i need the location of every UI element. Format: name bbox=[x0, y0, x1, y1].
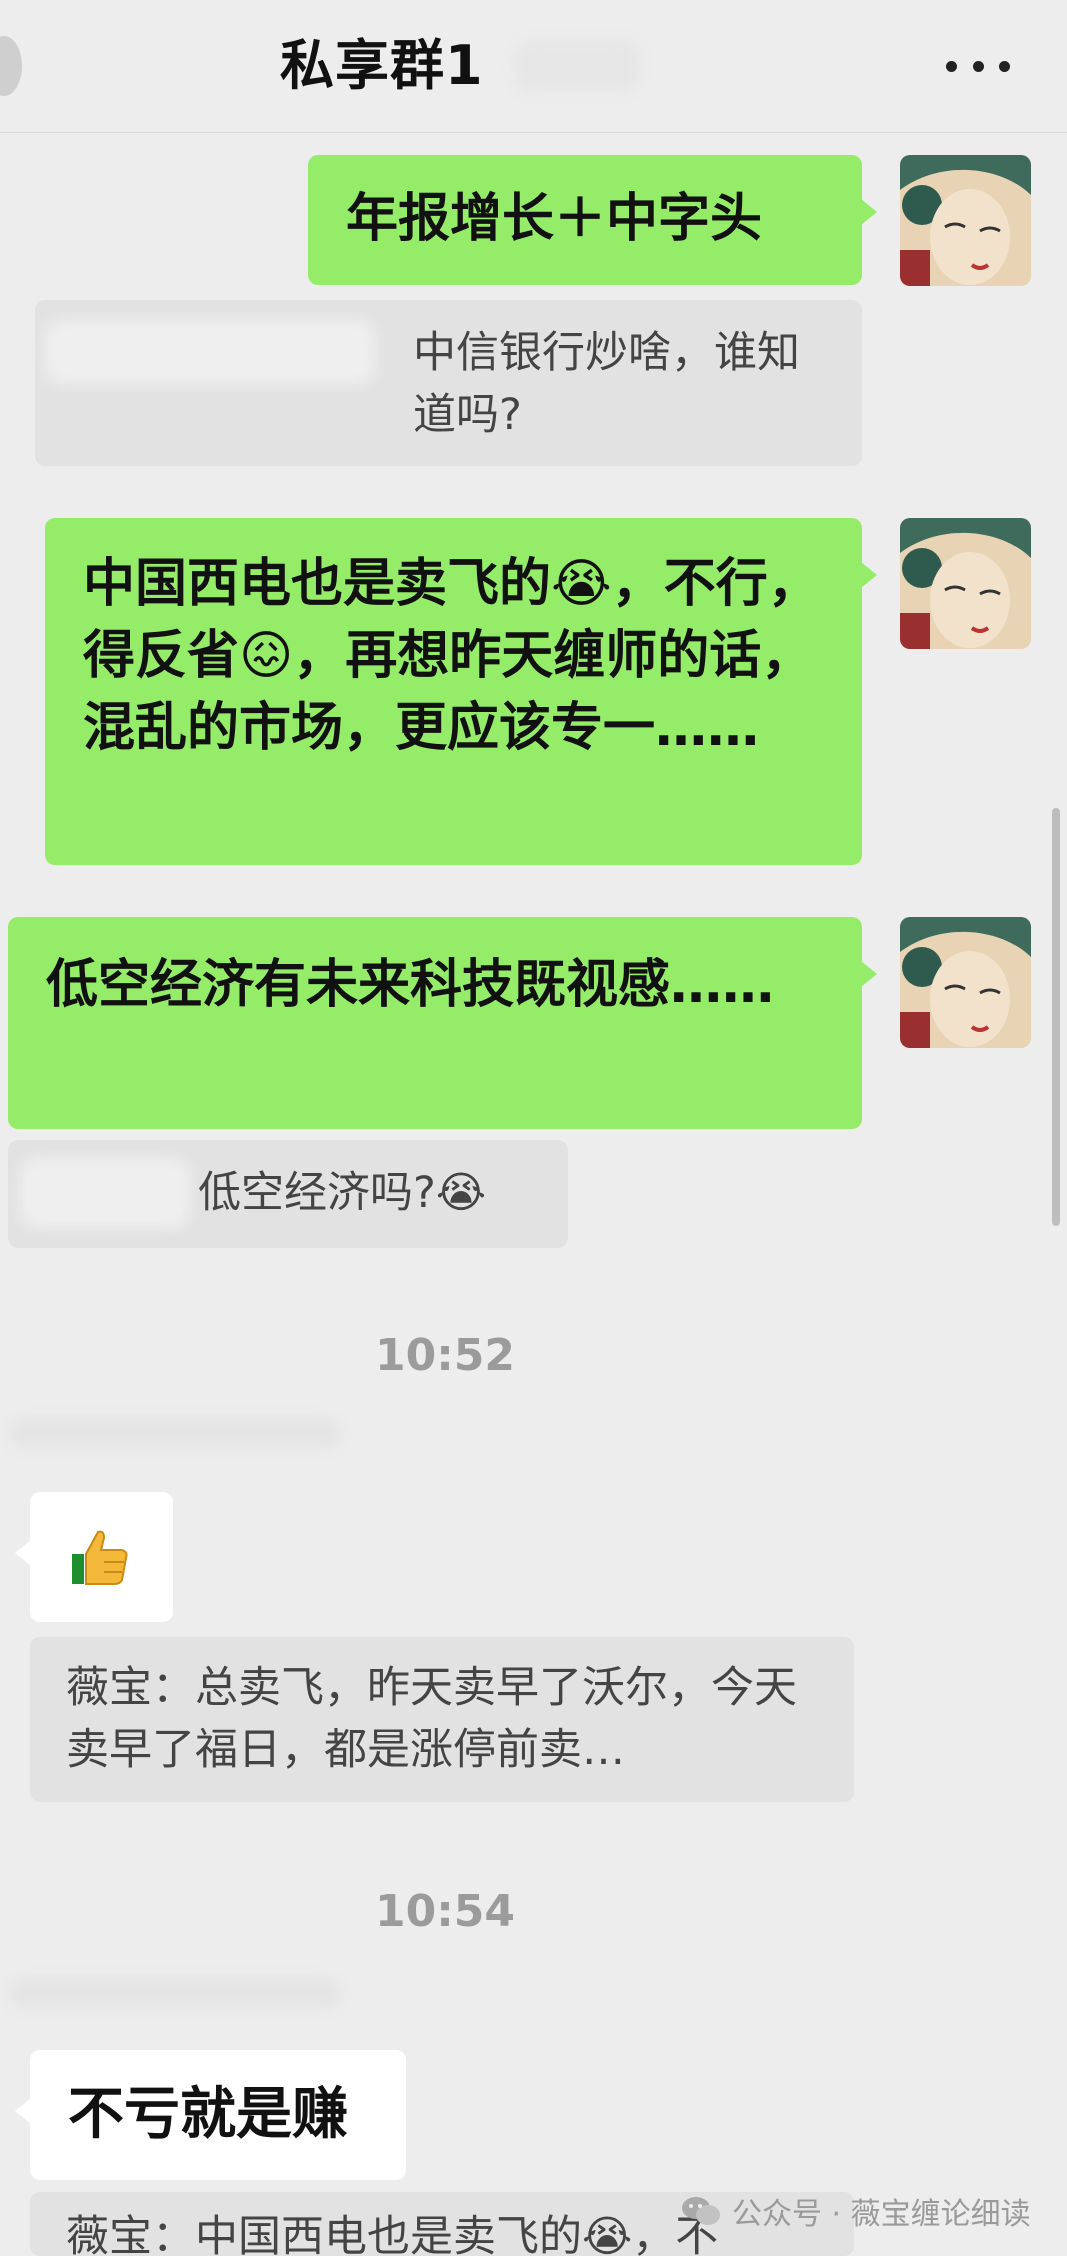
incoming-message[interactable] bbox=[15, 1492, 173, 1622]
message-text: 中国西电也是卖飞的😭，不行，得反省😖，再想昨天缠师的话，混乱的市场，更应该专一…… bbox=[83, 554, 820, 758]
quoted-message[interactable]: 薇宝：总卖飞，昨天卖早了沃尔，今天卖早了福日，都是涨停前卖… bbox=[30, 1637, 854, 1802]
chat-header: 私享群1 bbox=[0, 0, 1067, 133]
scrollbar[interactable] bbox=[1052, 808, 1060, 1226]
message-text: 不亏就是赚 bbox=[68, 2082, 348, 2147]
outgoing-message[interactable]: 年报增长＋中字头 bbox=[308, 155, 877, 285]
avatar-portrait-icon bbox=[900, 155, 1031, 286]
blurred-sender-name bbox=[10, 1978, 340, 2008]
avatar[interactable] bbox=[900, 518, 1031, 649]
member-count-blurred bbox=[515, 40, 640, 92]
incoming-message[interactable]: 不亏就是赚 bbox=[15, 2050, 406, 2180]
outgoing-message[interactable]: 低空经济有未来科技既视感…… bbox=[8, 917, 877, 1129]
blurred-sender-name bbox=[45, 320, 375, 384]
timestamp: 10:52 bbox=[374, 1330, 516, 1381]
outgoing-message[interactable]: 中国西电也是卖飞的😭，不行，得反省😖，再想昨天缠师的话，混乱的市场，更应该专一…… bbox=[45, 518, 877, 865]
wechat-icon bbox=[682, 2197, 720, 2225]
more-dots-icon[interactable] bbox=[946, 58, 1010, 74]
blurred-sender-name bbox=[20, 1158, 190, 1228]
message-text: 低空经济有未来科技既视感…… bbox=[46, 955, 775, 1015]
avatar-portrait-icon bbox=[900, 518, 1031, 649]
quote-text: 薇宝：中国西电也是卖飞的😭，不 bbox=[66, 2212, 719, 2256]
message-text: 年报增长＋中字头 bbox=[346, 189, 763, 249]
thumbs-up-icon bbox=[72, 1530, 128, 1585]
watermark: 公众号 · 薇宝缠论细读 bbox=[680, 2186, 1031, 2236]
chat-title: 私享群1 bbox=[280, 34, 484, 97]
quote-text: 薇宝：总卖飞，昨天卖早了沃尔，今天卖早了福日，都是涨停前卖… bbox=[66, 1663, 797, 1775]
blurred-sender-name bbox=[10, 1418, 340, 1448]
watermark-text: 公众号 · 薇宝缠论细读 bbox=[732, 2197, 1031, 2232]
quote-text: 低空经济吗?😭 bbox=[198, 1168, 487, 1218]
avatar[interactable] bbox=[900, 917, 1031, 1048]
timestamp: 10:54 bbox=[374, 1886, 516, 1937]
avatar-portrait-icon bbox=[900, 917, 1031, 1048]
back-arrow-icon[interactable] bbox=[0, 36, 22, 96]
avatar[interactable] bbox=[900, 155, 1031, 286]
